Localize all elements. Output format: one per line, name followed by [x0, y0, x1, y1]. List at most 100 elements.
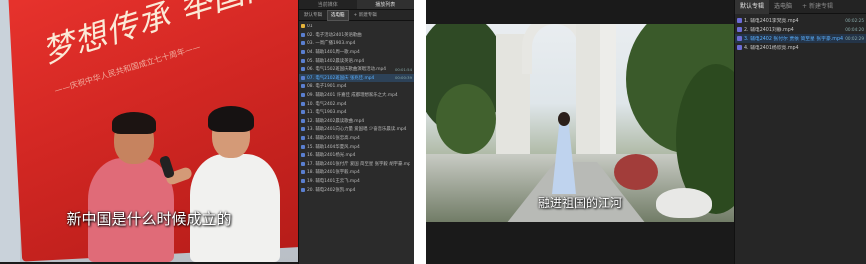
playlist-item-name: 14. 辅助2401张忠高.mp4 — [307, 136, 360, 142]
playlist-item-name: 01 — [307, 23, 313, 29]
album-item[interactable]: 2. 辅电2401刘静.mp4 00:04:20 — [735, 25, 866, 34]
playlist-item[interactable]: 09. 辅助2401 许嘉佳 成都理想家乐之大.mp4 — [299, 91, 414, 100]
album-item-name: 1. 辅电2401李梵亮.mp4 — [744, 19, 799, 24]
video-file-icon — [301, 101, 305, 106]
student-left-hair — [112, 112, 156, 134]
playlist-item[interactable]: 20. 辅电2402张凯.mp4 — [299, 185, 414, 194]
tree — [436, 84, 496, 154]
panel-tabs: 当前媒体 播放列表 — [299, 0, 414, 10]
playlist-item-name: 08. 电子1901.mp4 — [307, 84, 347, 90]
playlist-item-name: 12. 辅助2402晨读歌曲.mp4 — [307, 118, 365, 124]
playlist-item[interactable]: 01 — [299, 22, 414, 31]
video-file-icon — [301, 170, 305, 175]
album-tab-computer[interactable]: 选电脑 — [327, 9, 349, 21]
playlist-item-name: 06. 电气1502班国庆歌曲演唱活动.mp4 — [307, 67, 387, 73]
playlist-item-name: 19. 辅电1401王云飞.mp4 — [307, 178, 360, 184]
playlist-item-name: 15. 辅助1404华夏风.mp4 — [307, 144, 360, 150]
playlist-item-name: 03. 一周广播1903.mp4 — [307, 41, 356, 47]
playlist-item[interactable]: 18. 辅助2401张宇毅.mp4 — [299, 168, 414, 177]
album-tab-default[interactable]: 默认专辑 — [301, 11, 325, 20]
video-file-icon — [301, 144, 305, 149]
video-file-icon — [301, 75, 305, 80]
girl-head — [558, 112, 570, 126]
album-item[interactable]: 4. 辅电2401杨欣亮.mp4 — [735, 43, 866, 52]
album-tab-default[interactable]: 默认专辑 — [735, 0, 770, 14]
playlist-item-duration: 00:00:39 — [394, 75, 412, 81]
video-file-icon — [301, 50, 305, 55]
video-file-icon — [301, 32, 305, 37]
playlist-item[interactable]: 16. 辅助2401杨光.mp4 — [299, 151, 414, 160]
video-subtitle: 融进祖国的江河 — [537, 196, 622, 210]
pillar — [576, 24, 600, 164]
playlist-item[interactable]: 03. 一周广播1903.mp4 — [299, 39, 414, 48]
playlist-item-name: 20. 辅电2402张凯.mp4 — [307, 187, 356, 193]
playlist-item[interactable]: 05. 辅助1402晨读英语.mp4 — [299, 56, 414, 65]
playlist-item-name: 16. 辅助2401杨光.mp4 — [307, 153, 356, 159]
playlist-item-name: 02. 电子活动2401英语歌曲 — [307, 32, 362, 38]
playlist-item[interactable]: 11. 电气1903.mp4 — [299, 108, 414, 117]
album-panel: 默认专辑 选电脑 + 新建专辑 1. 辅电2401李梵亮.mp4 00:02:25… — [734, 0, 866, 264]
video-subtitle: 新中国是什么时候成立的 — [66, 210, 232, 228]
playlist-item[interactable]: 12. 辅助2402晨读歌曲.mp4 — [299, 117, 414, 126]
playlist-item-duration: 00:01:54 — [394, 66, 412, 72]
playlist-item-name: 17. 辅助2401张付斤 爱国 简至星 张宇毅 胡宇豪.mp4 — [307, 161, 410, 167]
playlist: 01 02. 电子活动2401英语歌曲 03. 一周广播1903.mp4 04. 辅助… — [299, 22, 414, 194]
video-file-icon — [301, 41, 305, 46]
pillar — [600, 24, 616, 164]
album-list: 1. 辅电2401李梵亮.mp4 00:02:25 2. 辅电2401刘静.mp4 0… — [735, 16, 866, 52]
video-file-icon — [301, 118, 305, 123]
student-right-hair — [208, 106, 254, 132]
flower-bush — [614, 154, 658, 190]
playlist-item[interactable]: 07. 电气2102班国庆 张兆佳.mp4 00:00:39 — [299, 73, 414, 83]
video-file-icon — [301, 178, 305, 183]
album-tab-computer[interactable]: 选电脑 — [769, 0, 797, 14]
playlist-item-name: 13. 辅助2401向心力量 爱国唱 少奋音乐晨读.mp4 — [307, 127, 407, 133]
album-item[interactable]: 3. 辅电2402 张付尔 贾依 简至星 张宇豪.mp4 00:02:29 — [735, 34, 866, 43]
video-file-icon — [301, 127, 305, 132]
video-file-icon — [301, 187, 305, 192]
playlist-item-name: 07. 电气2102班国庆 张兆佳.mp4 — [307, 75, 375, 81]
video-file-icon — [737, 27, 742, 32]
left-video-frame[interactable]: 梦想传承 举国同庆 ——庆祝中华人民共和国成立七十周年—— 新中国是什么时候成立… — [0, 0, 298, 262]
folder-icon — [301, 24, 305, 29]
playlist-item[interactable]: 15. 辅助1404华夏风.mp4 — [299, 142, 414, 151]
album-tabs: 默认专辑 选电脑 + 新建专辑 — [735, 0, 866, 14]
album-item-duration: 00:02:29 — [845, 36, 864, 41]
playlist-item[interactable]: 10. 电气2402.mp4 — [299, 99, 414, 108]
new-album-button[interactable]: + 新建专辑 — [351, 11, 380, 20]
playlist-item[interactable]: 14. 辅助2401张忠高.mp4 — [299, 134, 414, 143]
tab-playlist[interactable]: 播放列表 — [356, 0, 414, 9]
playlist-item[interactable]: 02. 电子活动2401英语歌曲 — [299, 31, 414, 40]
album-item[interactable]: 1. 辅电2401李梵亮.mp4 00:02:25 — [735, 16, 866, 25]
video-file-icon — [301, 93, 305, 98]
playlist-item-name: 10. 电气2402.mp4 — [307, 101, 347, 107]
new-album-button[interactable]: + 新建专辑 — [797, 0, 838, 14]
playlist-item-name: 18. 辅助2401张宇毅.mp4 — [307, 170, 360, 176]
video-file-icon — [301, 58, 305, 63]
album-tabs: 默认专辑 选电脑 + 新建专辑 — [299, 9, 414, 21]
album-item-duration: 00:02:25 — [845, 18, 864, 23]
video-file-icon — [301, 136, 305, 141]
playlist-item[interactable]: 17. 辅助2401张付斤 爱国 简至星 张宇毅 胡宇豪.mp4 — [299, 160, 414, 169]
video-file-icon — [301, 67, 305, 72]
playlist-item[interactable]: 13. 辅助2401向心力量 爱国唱 少奋音乐晨读.mp4 — [299, 125, 414, 134]
video-file-icon — [301, 110, 305, 115]
video-file-icon — [737, 45, 742, 50]
playlist-item[interactable]: 06. 电气1502班国庆歌曲演唱活动.mp4 00:01:54 — [299, 65, 414, 74]
playlist-item[interactable]: 08. 电子1901.mp4 — [299, 82, 414, 91]
right-video-frame[interactable]: 融进祖国的江河 — [426, 24, 734, 222]
video-file-icon — [737, 18, 742, 23]
album-item-name: 3. 辅电2402 张付尔 贾依 简至星 张宇豪.mp4 — [744, 37, 844, 42]
playlist-item[interactable]: 19. 辅电1401王云飞.mp4 — [299, 177, 414, 186]
tab-current-media[interactable]: 当前媒体 — [299, 0, 357, 9]
playlist-panel: 当前媒体 播放列表 默认专辑 选电脑 + 新建专辑 01 02. 电子活动2401… — [298, 0, 414, 264]
playlist-item-name: 05. 辅助1402晨读英语.mp4 — [307, 58, 365, 64]
video-file-icon — [301, 153, 305, 158]
playlist-item[interactable]: 04. 辅助1401周一歌.mp4 — [299, 48, 414, 57]
playlist-item-name: 09. 辅助2401 许嘉佳 成都理想家乐之大.mp4 — [307, 93, 398, 99]
left-player-window: 梦想传承 举国同庆 ——庆祝中华人民共和国成立七十周年—— 新中国是什么时候成立… — [0, 0, 414, 264]
video-file-icon — [301, 161, 305, 166]
video-file-icon — [301, 84, 305, 89]
playlist-item-name: 11. 电气1903.mp4 — [307, 110, 347, 116]
right-player-window: 融进祖国的江河 默认专辑 选电脑 + 新建专辑 1. 辅电2401李梵亮.mp4… — [426, 0, 866, 264]
